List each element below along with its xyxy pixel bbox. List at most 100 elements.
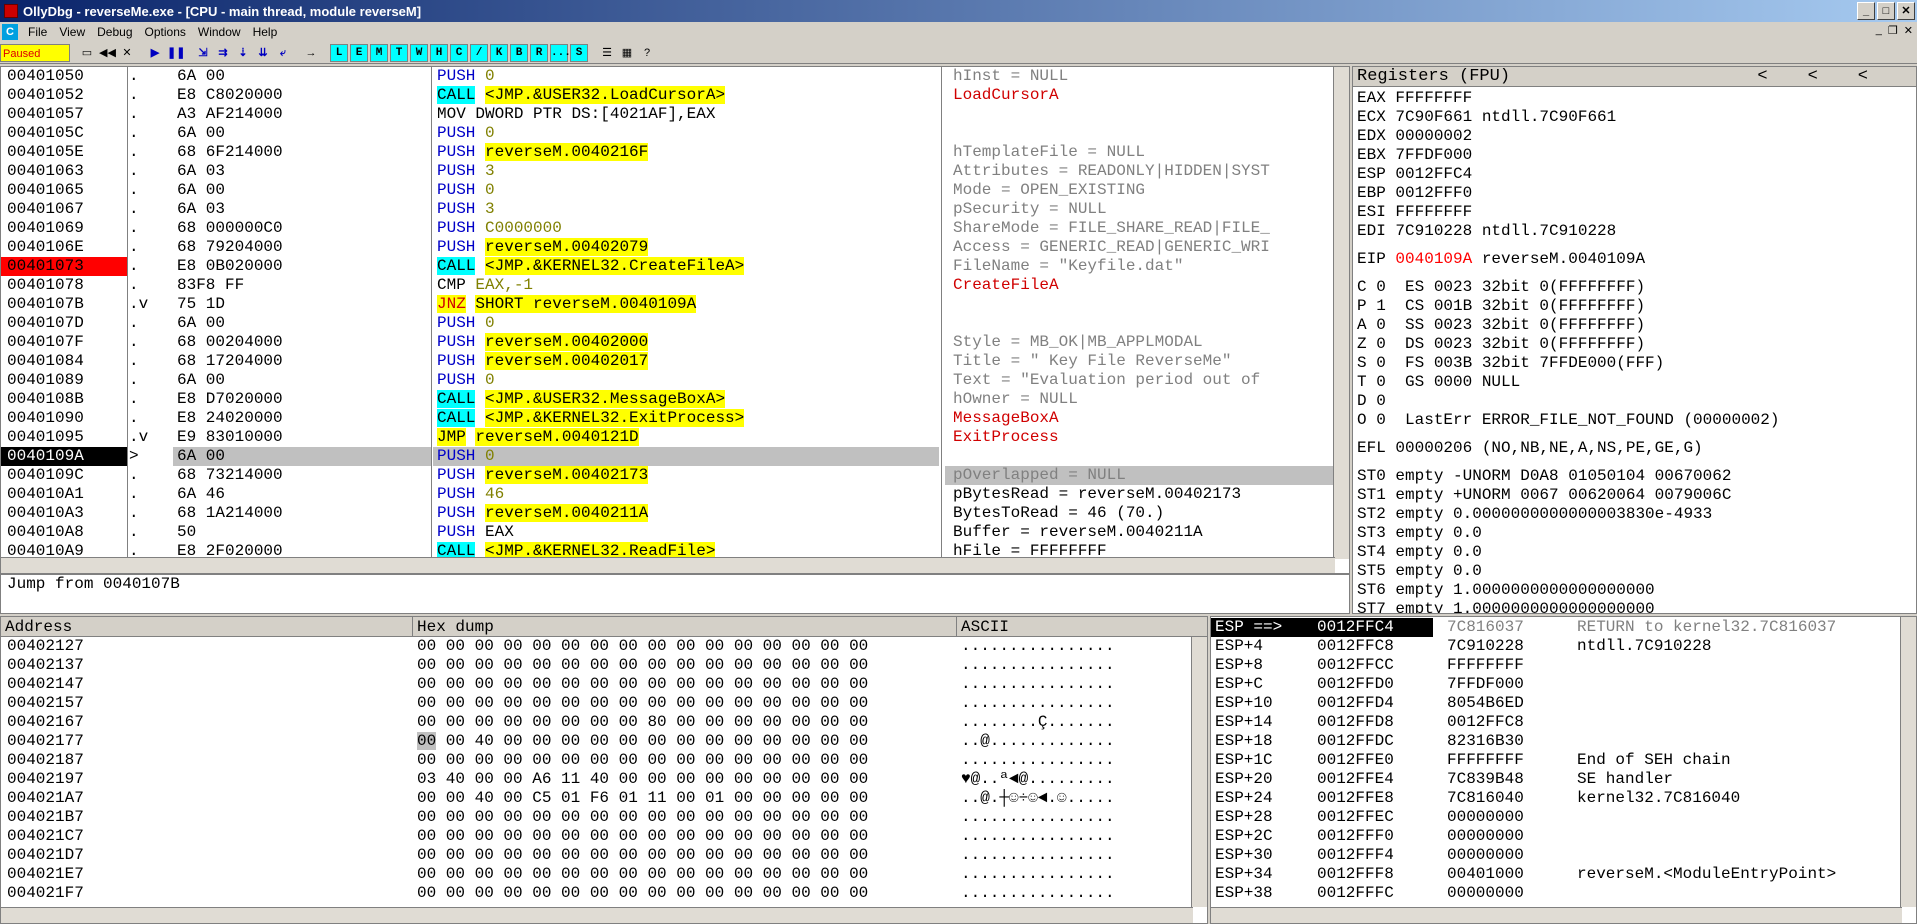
disasm-instruction[interactable]: CALL <JMP.&KERNEL32.CreateFileA> <box>433 257 939 276</box>
register-line[interactable]: EIP 0040109A reverseM.0040109A <box>1357 250 1916 269</box>
stack-row[interactable]: ESP+30 0012FFF4 00000000 <box>1211 846 1916 865</box>
disassembly-scrollbar[interactable] <box>1333 67 1349 559</box>
register-value[interactable]: 0040109A <box>1395 250 1472 268</box>
dump-row[interactable]: 00402137 00 00 00 00 00 00 00 00 00 00 00… <box>1 656 1207 675</box>
register-line[interactable] <box>1357 458 1916 467</box>
dump-header-hex[interactable]: Hex dump <box>413 617 957 637</box>
disasm-address[interactable]: 00401065 <box>1 181 127 200</box>
list-icon[interactable]: ☰ <box>598 43 616 62</box>
handles-window-button[interactable]: H <box>430 43 448 62</box>
windows-window-button[interactable]: W <box>410 43 428 62</box>
disasm-address[interactable]: 00401078 <box>1 276 127 295</box>
dump-row[interactable]: 00402197 03 40 00 00 A6 11 40 00 00 00 00… <box>1 770 1207 789</box>
disasm-instruction[interactable]: PUSH reverseM.00402173 <box>433 466 939 485</box>
disasm-address[interactable]: 00401052 <box>1 86 127 105</box>
disasm-address[interactable]: 00401073 <box>1 257 127 276</box>
disasm-instruction[interactable]: PUSH 3 <box>433 162 939 181</box>
menu-view[interactable]: View <box>53 25 91 39</box>
references-window-button[interactable]: R <box>530 43 548 62</box>
dump-row[interactable]: 00402167 00 00 00 00 00 00 00 00 80 00 00… <box>1 713 1207 732</box>
menu-help[interactable]: Help <box>247 25 284 39</box>
stack-scrollbar[interactable] <box>1900 617 1916 907</box>
dump-header-address[interactable]: Address <box>1 617 413 637</box>
register-line[interactable]: ESI FFFFFFFF <box>1357 203 1916 222</box>
register-line[interactable]: EDX 00000002 <box>1357 127 1916 146</box>
register-line[interactable]: ST0 empty -UNORM D0A8 01050104 00670062 <box>1357 467 1916 486</box>
step-over-icon[interactable]: ⇉ <box>214 43 232 62</box>
dump-row[interactable]: 00402187 00 00 00 00 00 00 00 00 00 00 00… <box>1 751 1207 770</box>
modules-window-button[interactable]: E <box>350 43 368 62</box>
dump-row[interactable]: 00402127 00 00 00 00 00 00 00 00 00 00 00… <box>1 637 1207 656</box>
dump-scrollbar[interactable] <box>1191 637 1207 907</box>
disasm-instruction[interactable]: PUSH 0 <box>433 314 939 333</box>
disasm-instruction[interactable]: MOV DWORD PTR DS:[4021AF],EAX <box>433 105 939 124</box>
run-icon[interactable]: ▶ <box>146 43 164 62</box>
goto-icon[interactable]: → <box>302 43 320 62</box>
register-line[interactable]: T 0 GS 0000 NULL <box>1357 373 1916 392</box>
register-line[interactable]: D 0 <box>1357 392 1916 411</box>
disassembly-hscrollbar[interactable] <box>1 557 1335 573</box>
stack-row[interactable]: ESP+8 0012FFCC FFFFFFFF <box>1211 656 1916 675</box>
source-window-button[interactable]: S <box>570 43 588 62</box>
register-line[interactable]: ECX 7C90F661 ntdll.7C90F661 <box>1357 108 1916 127</box>
disasm-instruction[interactable]: PUSH 0 <box>433 447 939 466</box>
register-line[interactable]: EFL 00000206 (NO,NB,NE,A,NS,PE,GE,G) <box>1357 439 1916 458</box>
run-trace-window-button[interactable]: ... <box>550 43 571 62</box>
stack-row[interactable]: ESP+C 0012FFD0 7FFDF000 <box>1211 675 1916 694</box>
dump-row[interactable]: 004021E7 00 00 00 00 00 00 00 00 00 00 00… <box>1 865 1207 884</box>
register-line[interactable]: ST6 empty 1.0000000000000000000 <box>1357 581 1916 600</box>
disasm-address[interactable]: 00401069 <box>1 219 127 238</box>
menu-options[interactable]: Options <box>139 25 192 39</box>
minimize-button[interactable]: _ <box>1857 2 1875 20</box>
register-line[interactable]: C 0 ES 0023 32bit 0(FFFFFFFF) <box>1357 278 1916 297</box>
dump-row[interactable]: 004021A7 00 00 40 00 C5 01 F6 01 11 00 01… <box>1 789 1207 808</box>
disasm-address[interactable]: 0040106E <box>1 238 127 257</box>
threads-window-button[interactable]: T <box>390 43 408 62</box>
register-line[interactable]: EBX 7FFDF000 <box>1357 146 1916 165</box>
disasm-address[interactable]: 0040105E <box>1 143 127 162</box>
disasm-address[interactable]: 0040108B <box>1 390 127 409</box>
disasm-address[interactable]: 00401084 <box>1 352 127 371</box>
disasm-address[interactable]: 0040107B <box>1 295 127 314</box>
trace-over-icon[interactable]: ⇊ <box>254 43 272 62</box>
stack-row[interactable]: ESP+38 0012FFFC 00000000 <box>1211 884 1916 903</box>
register-line[interactable]: S 0 FS 003B 32bit 7FFDE000(FFF) <box>1357 354 1916 373</box>
disasm-instruction[interactable]: PUSH 0 <box>433 181 939 200</box>
disasm-address[interactable]: 00401057 <box>1 105 127 124</box>
disasm-instruction[interactable]: CALL <JMP.&USER32.LoadCursorA> <box>433 86 939 105</box>
close-button[interactable]: ✕ <box>1897 2 1915 20</box>
disasm-instruction[interactable]: CALL <JMP.&USER32.MessageBoxA> <box>433 390 939 409</box>
disasm-address[interactable]: 004010A3 <box>1 504 127 523</box>
stack-hscrollbar[interactable] <box>1211 907 1902 923</box>
rewind-icon[interactable]: ◀◀ <box>98 43 116 62</box>
disasm-instruction[interactable]: PUSH 46 <box>433 485 939 504</box>
stack-row[interactable]: ESP+18 0012FFDC 82316B30 <box>1211 732 1916 751</box>
log-window-button[interactable]: L <box>330 43 348 62</box>
disasm-instruction[interactable]: PUSH reverseM.00402017 <box>433 352 939 371</box>
disasm-address[interactable]: 004010A8 <box>1 523 127 542</box>
register-line[interactable] <box>1357 269 1916 278</box>
stack-pane[interactable]: ESP ==> 0012FFC4 7C816037 RETURN to kernel3… <box>1210 616 1917 924</box>
disasm-address[interactable]: 00401090 <box>1 409 127 428</box>
register-line[interactable]: ST7 empty 1.0000000000000000000 <box>1357 600 1916 613</box>
cpu-window-button[interactable]: C <box>450 43 468 62</box>
patches-window-button[interactable]: / <box>470 43 488 62</box>
disasm-address[interactable]: 00401063 <box>1 162 127 181</box>
registers-pane[interactable]: Registers (FPU) <<< EAX FFFFFFFF ECX 7C90… <box>1352 66 1917 614</box>
menu-file[interactable]: File <box>22 25 53 39</box>
mdi-minimize-icon[interactable]: _ <box>1876 24 1882 37</box>
stack-row[interactable]: ESP ==> 0012FFC4 7C816037 RETURN to kernel3… <box>1211 618 1916 637</box>
stack-row[interactable]: ESP+10 0012FFD4 8054B6ED <box>1211 694 1916 713</box>
disasm-instruction[interactable]: PUSH reverseM.00402000 <box>433 333 939 352</box>
mdi-restore-icon[interactable]: ❐ <box>1888 24 1898 37</box>
stack-row[interactable]: ESP+1C 0012FFE0 FFFFFFFF End of SEH chain <box>1211 751 1916 770</box>
dump-row[interactable]: 00402157 00 00 00 00 00 00 00 00 00 00 00… <box>1 694 1207 713</box>
open-icon[interactable]: ▭ <box>78 43 96 62</box>
disasm-address[interactable]: 00401067 <box>1 200 127 219</box>
execute-till-return-icon[interactable]: ⤶ <box>274 43 292 62</box>
disasm-address[interactable]: 004010A1 <box>1 485 127 504</box>
disasm-instruction[interactable]: JNZ SHORT reverseM.0040109A <box>433 295 939 314</box>
dump-row[interactable]: 004021D7 00 00 00 00 00 00 00 00 00 00 00… <box>1 846 1207 865</box>
disasm-address[interactable]: 00401089 <box>1 371 127 390</box>
dump-header-ascii[interactable]: ASCII <box>957 617 1193 637</box>
